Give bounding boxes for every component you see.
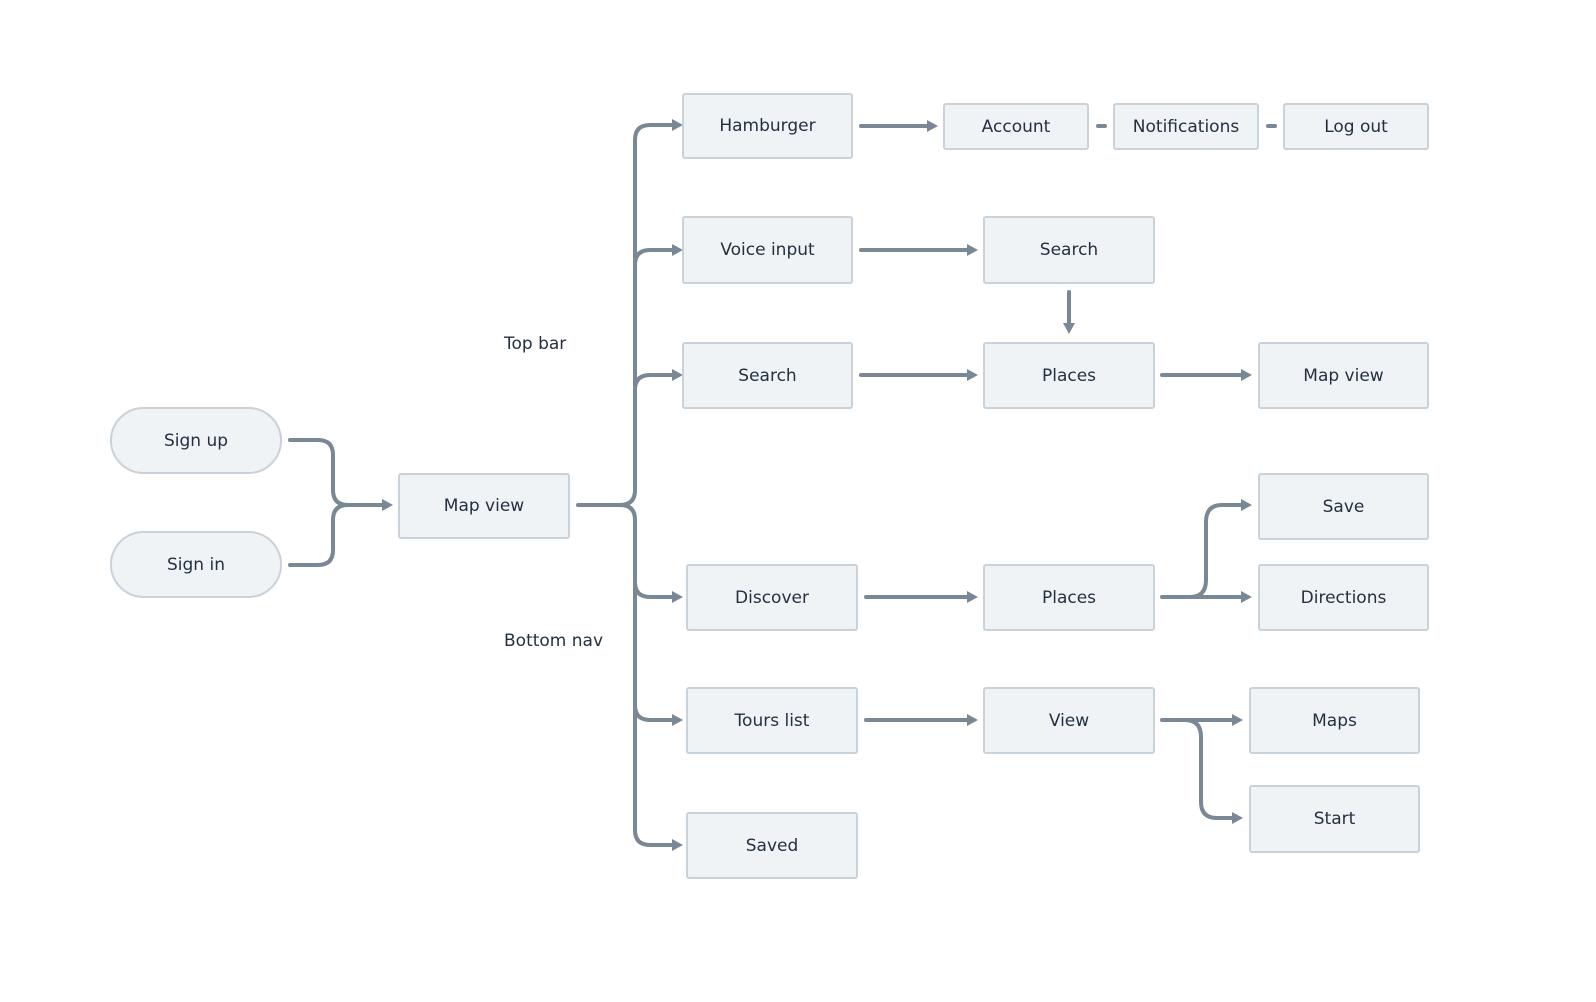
arrowhead bbox=[927, 120, 938, 132]
node-voice-input[interactable]: Voice input bbox=[682, 216, 853, 284]
arrowhead bbox=[1232, 714, 1243, 726]
edge-map-view-to-bottom-trunk bbox=[618, 503, 674, 847]
node-tours-list[interactable]: Tours list bbox=[686, 687, 858, 754]
arrowhead bbox=[1241, 591, 1252, 603]
edge-sign-up-to-map-view bbox=[288, 438, 384, 507]
node-save[interactable]: Save bbox=[1258, 473, 1429, 540]
node-notifications[interactable]: Notifications bbox=[1113, 103, 1259, 150]
node-saved[interactable]: Saved bbox=[686, 812, 858, 879]
edge-map-view-to-trunk bbox=[576, 123, 674, 507]
arrowhead bbox=[1063, 323, 1075, 334]
node-log-out[interactable]: Log out bbox=[1283, 103, 1429, 150]
node-search[interactable]: Search bbox=[682, 342, 853, 409]
edge-sign-in-to-map-view bbox=[288, 503, 350, 567]
edge-to-discover bbox=[633, 580, 674, 599]
node-map-view-result[interactable]: Map view bbox=[1258, 342, 1429, 409]
arrowhead bbox=[672, 714, 683, 726]
arrowhead bbox=[672, 591, 683, 603]
node-hamburger[interactable]: Hamburger bbox=[682, 93, 853, 159]
node-directions[interactable]: Directions bbox=[1258, 564, 1429, 631]
arrowhead bbox=[967, 714, 978, 726]
group-label-top-bar: Top bar bbox=[504, 334, 567, 354]
arrowhead bbox=[1241, 369, 1252, 381]
node-view[interactable]: View bbox=[983, 687, 1155, 754]
node-places-discover[interactable]: Places bbox=[983, 564, 1155, 631]
node-sign-in[interactable]: Sign in bbox=[110, 531, 282, 598]
arrowhead bbox=[967, 591, 978, 603]
group-label-bottom-nav: Bottom nav bbox=[504, 631, 604, 651]
edge-places-to-save bbox=[1188, 503, 1243, 599]
arrowhead bbox=[382, 499, 393, 511]
node-discover[interactable]: Discover bbox=[686, 564, 858, 631]
node-account[interactable]: Account bbox=[943, 103, 1089, 150]
node-places-search[interactable]: Places bbox=[983, 342, 1155, 409]
node-map-view[interactable]: Map view bbox=[398, 473, 570, 539]
edge-to-search bbox=[633, 373, 674, 392]
edge-view-to-start bbox=[1183, 718, 1234, 820]
node-start[interactable]: Start bbox=[1249, 785, 1420, 853]
node-maps[interactable]: Maps bbox=[1249, 687, 1420, 754]
arrowhead bbox=[1241, 499, 1252, 511]
arrowhead bbox=[672, 839, 683, 851]
edge-to-voice-input bbox=[633, 248, 674, 267]
arrowhead bbox=[967, 244, 978, 256]
node-search-voice[interactable]: Search bbox=[983, 216, 1155, 284]
node-sign-up[interactable]: Sign up bbox=[110, 407, 282, 474]
site-map-diagram: Top bar Bottom nav Sign up Sign in Map v… bbox=[0, 0, 1596, 1002]
arrowhead bbox=[967, 369, 978, 381]
edge-to-tours-list bbox=[633, 703, 674, 722]
arrowhead bbox=[1232, 812, 1243, 824]
